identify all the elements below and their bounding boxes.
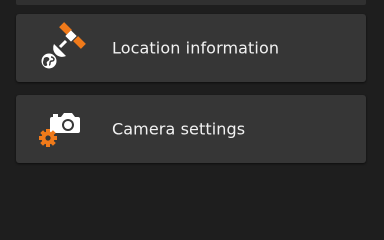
satellite-icon	[36, 22, 88, 74]
location-information-item[interactable]: Location information	[16, 14, 366, 82]
camera-settings-item[interactable]: Camera settings	[16, 95, 366, 163]
previous-card-edge	[16, 0, 366, 5]
camera-gear-icon	[36, 103, 88, 155]
location-information-label: Location information	[112, 38, 280, 58]
settings-screen: Location information Camera settings	[0, 0, 384, 216]
camera-settings-label: Camera settings	[112, 119, 246, 139]
